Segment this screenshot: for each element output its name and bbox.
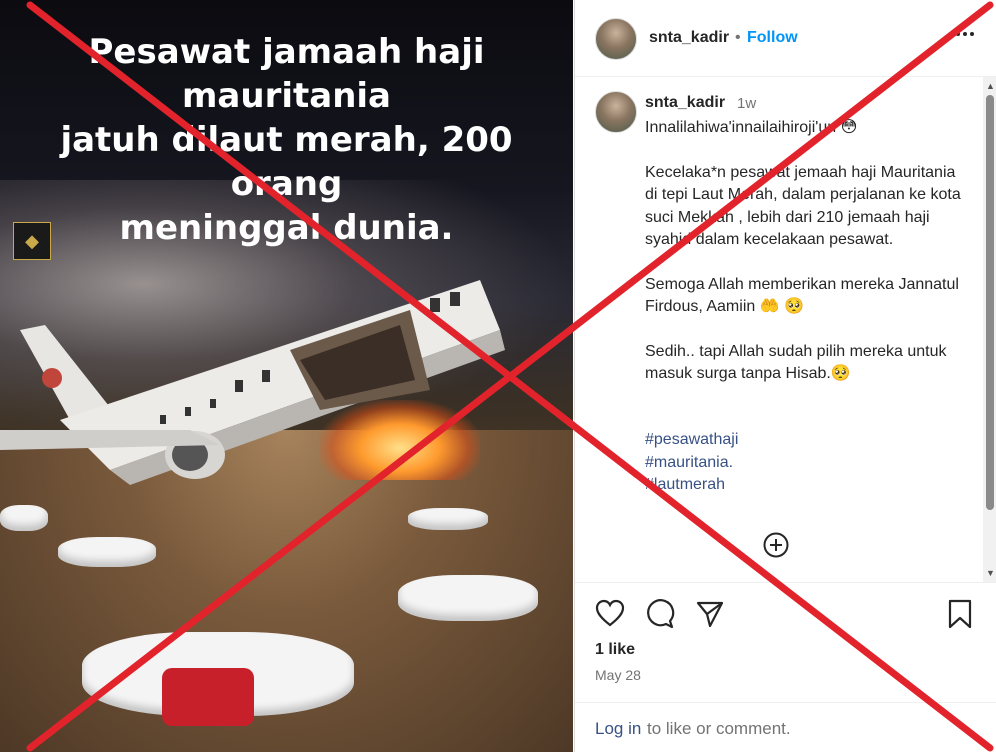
fire bbox=[320, 400, 480, 480]
caption-username[interactable]: snta_kadir bbox=[645, 94, 725, 112]
post-image[interactable]: Pesawat jamaah haji mauritania jatuh dil… bbox=[0, 0, 573, 752]
hashtag-link[interactable]: #mauritania. bbox=[645, 452, 738, 475]
header-username[interactable]: snta_kadir bbox=[649, 29, 729, 47]
caption-paragraph: Semoga Allah memberikan mereka Jannatul … bbox=[645, 275, 959, 316]
scroll-down-arrow-icon[interactable]: ▼ bbox=[986, 568, 995, 578]
bookmark-icon[interactable] bbox=[945, 599, 975, 629]
separator-dot: • bbox=[735, 29, 741, 46]
more-options-icon[interactable] bbox=[953, 22, 977, 52]
covered-body bbox=[398, 575, 538, 621]
caption-paragraph: Innalilahiwa'innailaihiroji'un 😳 bbox=[645, 119, 858, 136]
load-more-comments-icon[interactable] bbox=[763, 532, 789, 558]
caption-paragraph: Kecelaka*n pesawat jemaah haji Mauritani… bbox=[645, 163, 961, 249]
caption-scroll-area[interactable]: snta_kadir 1w Innalilahiwa'innailaihiroj… bbox=[575, 77, 983, 582]
crashed-plane-illustration bbox=[0, 280, 505, 485]
post-panel: snta_kadir • Follow snta_kadir 1w Innali… bbox=[574, 0, 996, 752]
comment-icon[interactable] bbox=[645, 599, 675, 629]
caption-paragraph: Sedih.. tapi Allah sudah pilih mereka un… bbox=[645, 342, 947, 383]
covered-body bbox=[58, 537, 156, 567]
post-date[interactable]: May 28 bbox=[595, 667, 641, 683]
share-icon[interactable] bbox=[695, 599, 725, 629]
avatar[interactable] bbox=[595, 18, 637, 60]
like-count[interactable]: 1 like bbox=[595, 641, 635, 659]
scrollbar[interactable]: ▲ ▼ bbox=[983, 77, 996, 582]
hashtag-list: #pesawathaji #mauritania. #lautmerah bbox=[645, 429, 738, 497]
avatar[interactable] bbox=[595, 91, 637, 133]
watermark-logo: ◆ bbox=[13, 222, 51, 260]
heart-icon[interactable] bbox=[595, 599, 625, 629]
hashtag-link[interactable]: #lautmerah bbox=[645, 474, 738, 497]
post-actions: 1 like May 28 bbox=[575, 582, 996, 703]
image-caption: Pesawat jamaah haji mauritania jatuh dil… bbox=[60, 32, 513, 248]
covered-body bbox=[408, 508, 488, 530]
caption-text: Innalilahiwa'innailaihiroji'un 😳 Kecelak… bbox=[645, 117, 965, 408]
covered-body bbox=[0, 505, 48, 531]
scroll-thumb[interactable] bbox=[986, 95, 994, 510]
scroll-up-arrow-icon[interactable]: ▲ bbox=[986, 81, 995, 91]
post-time[interactable]: 1w bbox=[737, 95, 756, 112]
login-link[interactable]: Log in bbox=[595, 719, 641, 739]
post-header: snta_kadir • Follow bbox=[575, 0, 996, 77]
login-prompt-text: to like or comment. bbox=[647, 719, 791, 738]
follow-button[interactable]: Follow bbox=[747, 29, 798, 47]
red-bag bbox=[162, 668, 254, 726]
login-footer: Log in to like or comment. bbox=[575, 702, 996, 753]
hashtag-link[interactable]: #pesawathaji bbox=[645, 429, 738, 452]
